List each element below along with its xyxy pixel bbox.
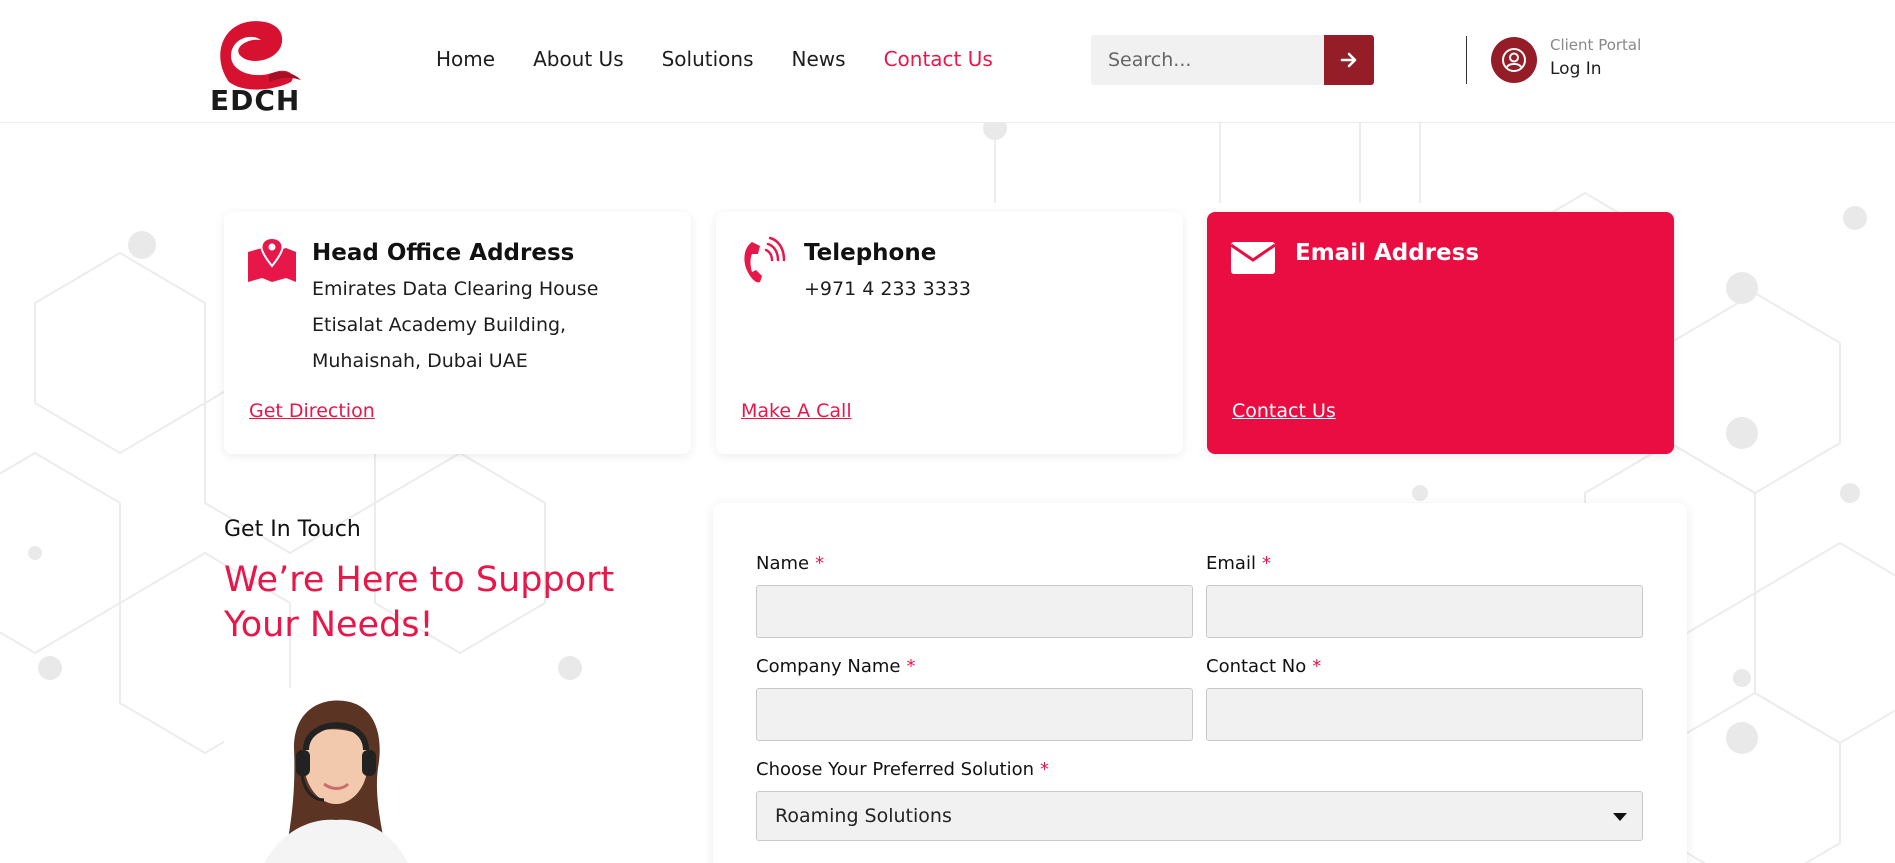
map-pin-icon [248, 236, 296, 282]
contact-no-field[interactable] [1206, 688, 1643, 741]
make-a-call-link[interactable]: Make A Call [741, 400, 852, 422]
contact-no-label: Contact No * [1206, 656, 1322, 677]
envelope-icon [1230, 242, 1276, 274]
support-heading: We’re Here to Support Your Needs! [224, 560, 615, 645]
nav-contact-us[interactable]: Contact Us [884, 47, 993, 71]
address-line: Emirates Data Clearing House [312, 278, 599, 300]
contact-form: Name * Email * Company Name * Contact No * C… [713, 503, 1687, 863]
telephone-number: +971 4 233 3333 [804, 278, 972, 300]
address-line: Muhaisnah, Dubai UAE [312, 350, 528, 372]
card-title: Head Office Address [312, 240, 575, 266]
address-line: Etisalat Academy Building, [312, 314, 567, 336]
search-submit-button[interactable] [1324, 35, 1374, 85]
email-label: Email * [1206, 553, 1271, 574]
name-label: Name * [756, 553, 825, 574]
company-name-label: Company Name * [756, 656, 916, 677]
header-divider [1466, 36, 1467, 84]
phone-icon [744, 236, 786, 283]
search-input[interactable] [1091, 35, 1325, 85]
main-nav: Home About Us Solutions News Contact Us [436, 47, 1031, 71]
telephone-card: Telephone +971 4 233 3333 Make A Call [716, 212, 1183, 454]
login-link[interactable]: Log In [1550, 59, 1602, 79]
solution-select-value: Roaming Solutions [775, 805, 952, 827]
card-title: Email Address [1295, 240, 1480, 266]
email-field[interactable] [1206, 585, 1643, 638]
nav-home[interactable]: Home [436, 47, 495, 71]
site-header: EDCH Home About Us Solutions News Contac… [0, 0, 1895, 123]
arrow-right-icon [1340, 52, 1357, 68]
chevron-down-icon [1613, 813, 1627, 821]
user-circle-icon[interactable] [1491, 37, 1537, 83]
name-field[interactable] [756, 585, 1193, 638]
card-title: Telephone [804, 240, 937, 266]
support-agent-image [224, 688, 434, 863]
email-card: Email Address Contact Us [1207, 212, 1674, 454]
nav-about-us[interactable]: About Us [533, 47, 624, 71]
head-office-card: Head Office Address Emirates Data Cleari… [224, 212, 691, 454]
client-portal-label: Client Portal [1550, 36, 1642, 54]
company-name-field[interactable] [756, 688, 1193, 741]
nav-news[interactable]: News [792, 47, 846, 71]
solution-label: Choose Your Preferred Solution * [756, 759, 1049, 780]
logo-text: EDCH [210, 84, 301, 117]
get-direction-link[interactable]: Get Direction [249, 400, 375, 422]
get-in-touch-label: Get In Touch [224, 517, 361, 542]
nav-solutions[interactable]: Solutions [662, 47, 754, 71]
contact-us-link[interactable]: Contact Us [1232, 400, 1336, 422]
solution-select[interactable]: Roaming Solutions [756, 791, 1643, 841]
